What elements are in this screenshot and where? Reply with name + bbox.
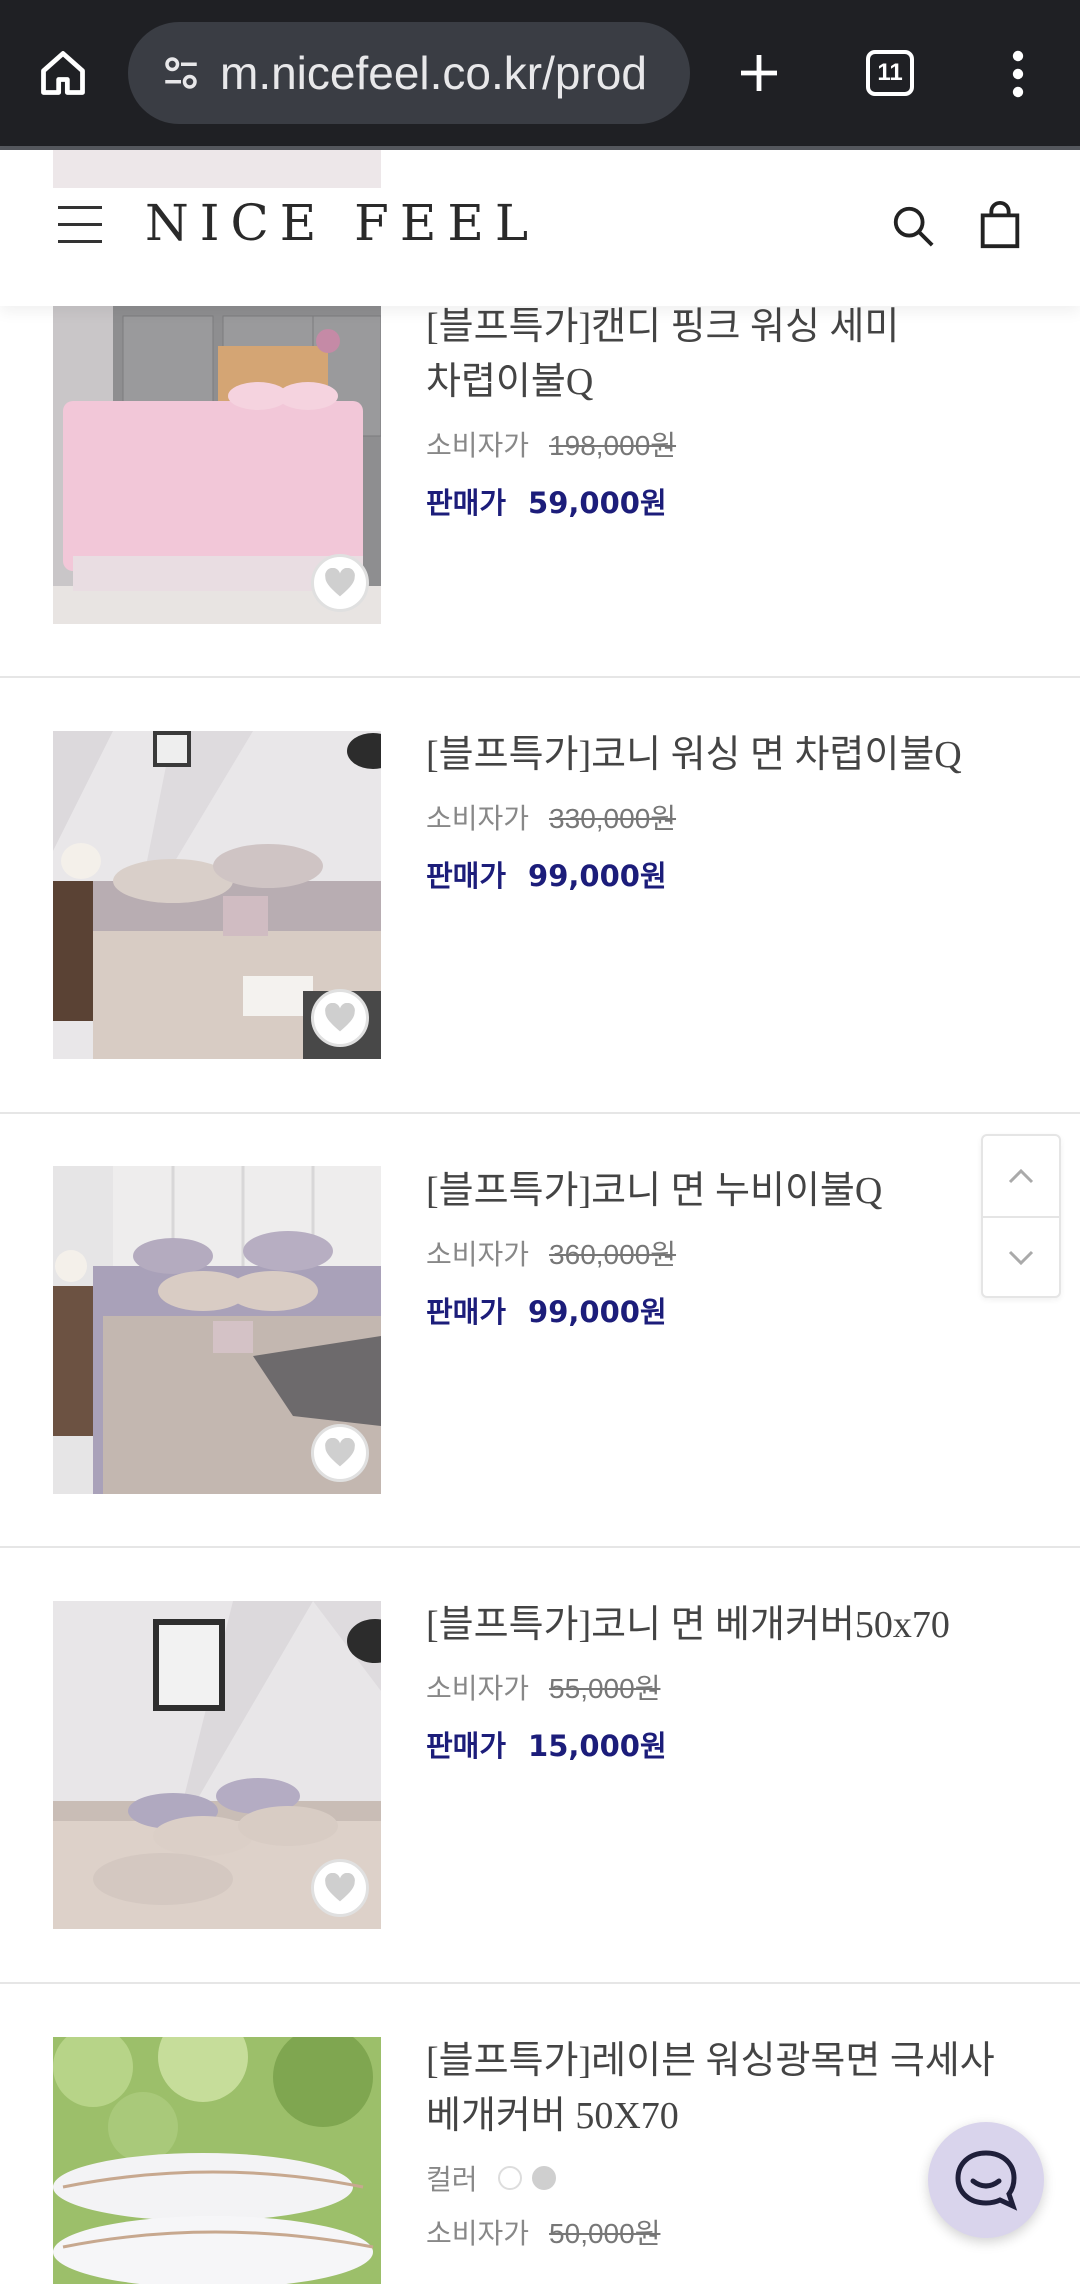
sale-price: 99,000원 [528, 1295, 667, 1329]
product-item[interactable]: [블프특가]캔디 핑크 워싱 세미 차렵이불Q 소비자가 198,000원 판매가… [0, 306, 1080, 678]
list-price: 50,000원 [549, 2218, 661, 2249]
new-tab-icon[interactable] [724, 40, 794, 106]
home-icon[interactable] [30, 40, 96, 106]
color-swatch-white[interactable] [497, 2166, 522, 2190]
list-price: 198,000원 [549, 430, 677, 461]
product-name[interactable]: [블프특가]캔디 핑크 워싱 세미 [426, 300, 1046, 355]
wishlist-heart-icon[interactable] [311, 1424, 369, 1482]
product-item[interactable]: [블프특가]레이븐 워싱광목면 극세사 베개커버 50X70 컬러 소비자가 50… [0, 1984, 1080, 2284]
wishlist-heart-icon[interactable] [311, 989, 369, 1047]
product-name[interactable]: [블프특가]코니 면 누비이불Q [426, 1164, 1046, 1219]
address-bar[interactable]: m.nicefeel.co.kr/prod [128, 22, 690, 124]
hamburger-menu-icon[interactable] [58, 206, 104, 244]
scroll-down-button[interactable] [983, 1218, 1059, 1298]
list-price-label: 소비자가 [426, 1672, 530, 1705]
list-price-label: 소비자가 [426, 429, 530, 462]
product-image[interactable] [53, 731, 381, 1059]
scroll-up-button[interactable] [983, 1136, 1059, 1216]
product-name[interactable]: [블프특가]코니 워싱 면 차렵이불Q [426, 728, 1046, 783]
list-price: 360,000원 [549, 1239, 677, 1270]
product-item[interactable]: [블프특가]코니 면 누비이불Q 소비자가 360,000원 판매가 99,000원 [0, 1114, 1080, 1548]
chat-button[interactable] [928, 2122, 1044, 2238]
sale-price: 15,000원 [528, 1729, 667, 1763]
site-logo[interactable]: NICE FEEL [145, 194, 539, 252]
browser-toolbar: m.nicefeel.co.kr/prod 11 [0, 0, 1080, 150]
list-price-label: 소비자가 [426, 1238, 530, 1271]
shopping-bag-icon[interactable] [978, 200, 1024, 252]
site-settings-icon[interactable] [158, 50, 204, 96]
product-name-line2[interactable]: 차렵이불Q [426, 355, 1046, 410]
wishlist-heart-icon[interactable] [311, 1859, 369, 1917]
sale-price-label: 판매가 [426, 486, 507, 520]
product-image[interactable] [53, 1166, 381, 1494]
list-price-label: 소비자가 [426, 2217, 530, 2250]
product-item[interactable]: [블프특가]코니 면 베개커버50x70 소비자가 55,000원 판매가 15,0… [0, 1548, 1080, 1984]
product-image[interactable] [53, 2037, 381, 2284]
color-label: 컬러 [426, 2163, 478, 2196]
wishlist-heart-icon[interactable] [311, 554, 369, 612]
product-name[interactable]: [블프특가]코니 면 베개커버50x70 [426, 1598, 1046, 1653]
chat-icon [955, 2150, 1018, 2211]
previous-product-image[interactable] [53, 150, 381, 188]
product-name[interactable]: [블프특가]레이븐 워싱광목면 극세사 [426, 2034, 1046, 2089]
product-image[interactable] [53, 306, 381, 624]
tab-switcher-button[interactable]: 11 [866, 50, 914, 96]
sale-price-label: 판매가 [426, 1295, 507, 1329]
list-price: 330,000원 [549, 803, 677, 834]
more-menu-icon[interactable] [998, 44, 1038, 104]
product-image[interactable] [53, 1601, 381, 1929]
list-price-label: 소비자가 [426, 802, 530, 835]
scroll-controls [981, 1134, 1061, 1298]
sale-price: 59,000원 [528, 486, 667, 520]
url-text: m.nicefeel.co.kr/prod [220, 47, 647, 99]
list-price: 55,000원 [549, 1673, 661, 1704]
sale-price: 99,000원 [528, 859, 667, 893]
search-icon[interactable] [890, 202, 938, 252]
sale-price-label: 판매가 [426, 859, 507, 893]
sale-price-label: 판매가 [426, 1729, 507, 1763]
product-item[interactable]: [블프특가]코니 워싱 면 차렵이불Q 소비자가 330,000원 판매가 99,0… [0, 678, 1080, 1114]
color-swatch-gray[interactable] [531, 2166, 556, 2190]
